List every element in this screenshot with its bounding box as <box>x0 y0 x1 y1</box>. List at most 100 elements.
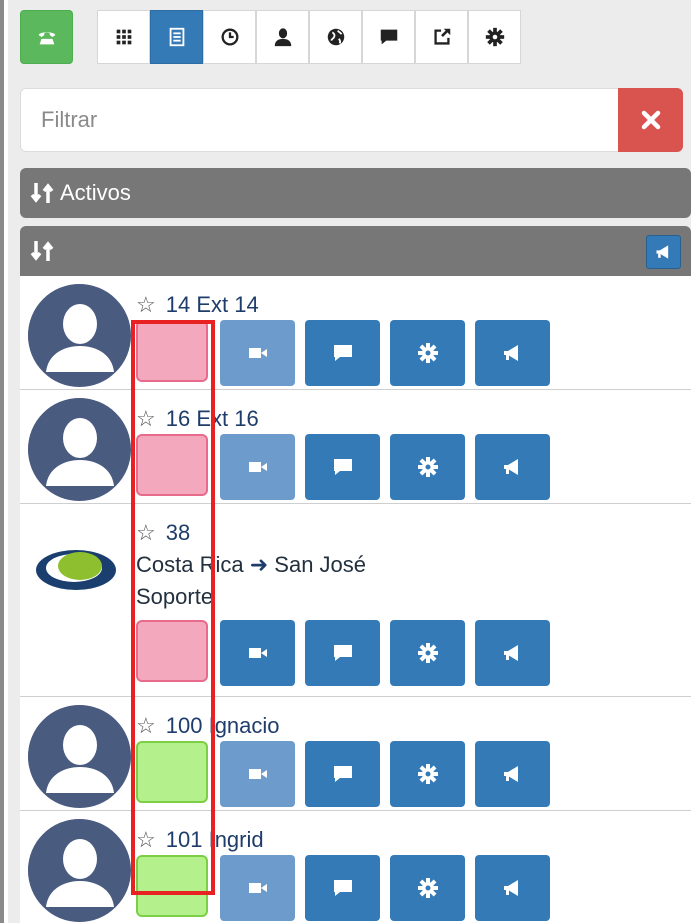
settings-icon <box>417 343 438 363</box>
contact-settings-button[interactable] <box>390 620 465 686</box>
favorite-star-icon[interactable]: ☆ <box>136 292 156 317</box>
chat-icon <box>333 880 352 896</box>
contact-extension: 14 <box>165 292 191 317</box>
contact-extension: 100 <box>165 713 203 738</box>
location-country: Costa Rica <box>136 552 244 577</box>
video-icon <box>248 883 267 893</box>
settings-icon <box>417 457 438 477</box>
user-button[interactable] <box>256 10 309 64</box>
chat-button[interactable] <box>305 320 380 386</box>
settings-button[interactable] <box>468 10 521 64</box>
share-button[interactable] <box>415 10 468 64</box>
video-call-button[interactable] <box>220 434 295 500</box>
contact-row[interactable]: ☆ 14 Ext 14 <box>20 276 691 390</box>
contacts-list-icon <box>169 27 184 47</box>
chat-icon <box>333 645 352 661</box>
settings-icon <box>417 878 438 898</box>
contact-name: Ingrid <box>208 827 264 852</box>
video-call-button[interactable] <box>220 320 295 386</box>
megaphone-icon <box>656 245 668 259</box>
clear-filter-button[interactable] <box>618 88 683 152</box>
sort-icon <box>30 181 58 205</box>
video-icon <box>248 769 267 779</box>
close-icon <box>641 110 660 130</box>
avatar <box>28 705 131 808</box>
chat-button[interactable] <box>305 620 380 686</box>
contact-department: Soporte <box>136 584 214 609</box>
history-button[interactable] <box>203 10 256 64</box>
page-button[interactable] <box>475 741 550 807</box>
avatar <box>28 284 131 387</box>
contact-settings-button[interactable] <box>390 741 465 807</box>
share-icon <box>433 28 450 45</box>
contact-name: Ext 14 <box>196 292 259 317</box>
contact-location: Costa Rica ➜ San José <box>136 548 366 582</box>
chat-icon <box>380 29 397 45</box>
contacts-list-button[interactable] <box>150 10 203 64</box>
contact-info: ☆ 38 Costa Rica ➜ San José Soporte <box>136 518 550 686</box>
keypad-icon <box>116 29 131 45</box>
page-button[interactable] <box>475 320 550 386</box>
contact-row[interactable]: ☆ 16 Ext 16 <box>20 390 691 504</box>
video-icon <box>248 462 267 472</box>
active-section-header[interactable]: Activos <box>20 168 691 218</box>
page-button[interactable] <box>475 434 550 500</box>
contact-name: Ignacio <box>208 713 280 738</box>
filter-input[interactable] <box>20 88 618 152</box>
megaphone-icon <box>503 345 518 361</box>
contact-settings-button[interactable] <box>390 320 465 386</box>
contact-settings-button[interactable] <box>390 855 465 921</box>
chat-icon <box>333 345 352 361</box>
broadcast-all-button[interactable] <box>646 235 681 269</box>
favorite-star-icon[interactable]: ☆ <box>136 713 156 738</box>
active-section-label: Activos <box>60 180 131 205</box>
contact-settings-button[interactable] <box>390 434 465 500</box>
user-avatar-icon <box>28 705 130 807</box>
megaphone-icon <box>503 459 518 475</box>
contact-info: ☆ 16 Ext 16 <box>136 404 550 500</box>
user-avatar-icon <box>28 819 130 921</box>
contact-extension: 101 <box>165 827 203 852</box>
settings-icon <box>485 27 504 47</box>
globe-icon <box>327 28 344 46</box>
presence-status <box>136 855 208 917</box>
chat-button[interactable] <box>305 434 380 500</box>
globe-button[interactable] <box>309 10 362 64</box>
keypad-button[interactable] <box>97 10 150 64</box>
contact-list: ☆ 14 Ext 14 ☆ 16 Ext 16 ☆ 38 Costa Rica … <box>20 276 691 923</box>
chat-icon <box>333 459 352 475</box>
contact-info: ☆ 101 Ingrid <box>136 825 550 921</box>
megaphone-icon <box>503 766 518 782</box>
filter-bar <box>20 88 683 152</box>
favorite-star-icon[interactable]: ☆ <box>136 520 156 545</box>
chat-button[interactable] <box>362 10 415 64</box>
megaphone-icon <box>503 880 518 896</box>
avatar <box>28 398 131 501</box>
presence-status <box>136 434 208 496</box>
company-logo-icon <box>36 550 116 590</box>
video-call-button[interactable] <box>220 741 295 807</box>
favorite-star-icon[interactable]: ☆ <box>136 406 156 431</box>
chat-button[interactable] <box>305 741 380 807</box>
phone-button[interactable] <box>20 10 73 64</box>
video-icon <box>248 348 267 358</box>
contact-info: ☆ 14 Ext 14 <box>136 290 550 386</box>
phone-icon <box>38 32 55 45</box>
settings-icon <box>417 764 438 784</box>
contact-row[interactable]: ☆ 101 Ingrid <box>20 811 691 923</box>
chat-button[interactable] <box>305 855 380 921</box>
contact-row[interactable]: ☆ 38 Costa Rica ➜ San José Soporte <box>20 504 691 697</box>
video-call-button[interactable] <box>220 855 295 921</box>
contact-extension: 16 <box>165 406 191 431</box>
contact-row[interactable]: ☆ 100 Ignacio <box>20 697 691 811</box>
left-border <box>0 0 4 923</box>
page-button[interactable] <box>475 855 550 921</box>
favorite-star-icon[interactable]: ☆ <box>136 827 156 852</box>
contacts-section-header[interactable] <box>20 226 691 276</box>
sort-icon <box>30 239 58 263</box>
megaphone-icon <box>503 645 518 661</box>
page-button[interactable] <box>475 620 550 686</box>
video-call-button[interactable] <box>220 620 295 686</box>
user-avatar-icon <box>28 284 130 386</box>
presence-status <box>136 620 208 682</box>
